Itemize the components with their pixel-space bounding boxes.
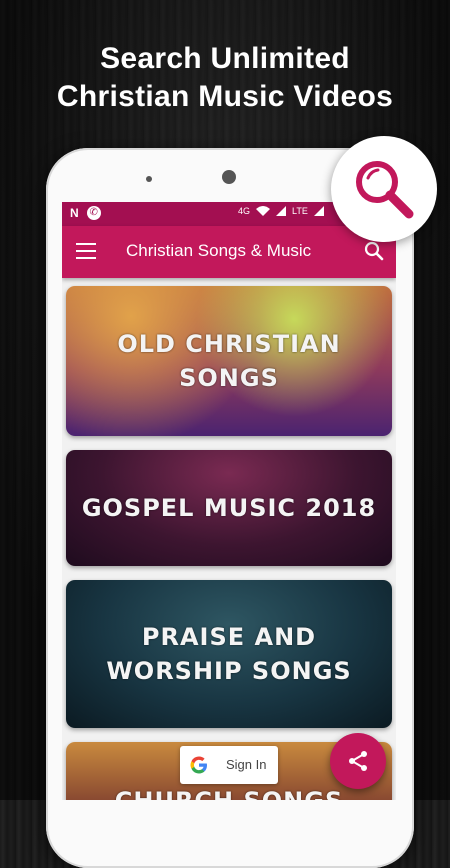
google-sign-in-button[interactable]: Sign In <box>180 746 278 784</box>
magnifier-icon <box>356 161 414 219</box>
sign-in-label: Sign In <box>226 757 267 772</box>
category-card-praise-worship[interactable]: PRAISE AND WORSHIP SONGS <box>66 580 392 728</box>
share-icon <box>349 751 367 771</box>
magnifier-badge <box>331 136 437 242</box>
phone-camera <box>222 170 236 184</box>
hamburger-menu-icon[interactable] <box>76 243 96 259</box>
app-bar: Christian Songs & Music <box>62 226 396 278</box>
share-fab[interactable] <box>330 733 386 789</box>
google-g-icon <box>190 756 207 774</box>
search-icon[interactable] <box>362 239 386 263</box>
lte-label: LTE <box>292 206 308 216</box>
promo-headline: Search Unlimited Christian Music Videos <box>0 40 450 116</box>
headline-line-1: Search Unlimited <box>100 42 350 75</box>
category-card-gospel-music[interactable]: GOSPEL MUSIC 2018 <box>66 450 392 566</box>
category-card-label: GOSPEL MUSIC 2018 <box>81 494 377 522</box>
n-notification-icon: N <box>70 206 79 220</box>
cell-signal-icon-2 <box>313 206 324 216</box>
category-card-label: PRAISE AND WORSHIP SONGS <box>106 623 352 685</box>
wifi-icon <box>256 206 271 216</box>
phone-call-icon: ✆ <box>86 206 101 220</box>
category-card-label: CHURCH SONGS <box>115 784 343 800</box>
phone-speaker <box>146 176 152 182</box>
app-screen: N ✆ 4G LTE Christian Songs & Music OLD C… <box>62 202 396 800</box>
category-card-label: OLD CHRISTIAN SONGS <box>117 330 341 392</box>
headline-line-2: Christian Music Videos <box>56 80 394 113</box>
app-title: Christian Songs & Music <box>126 241 312 260</box>
cell-signal-icon <box>276 206 287 216</box>
category-card-old-christian-songs[interactable]: OLD CHRISTIAN SONGS <box>66 286 392 436</box>
signal-4g-label: 4G <box>238 206 251 216</box>
